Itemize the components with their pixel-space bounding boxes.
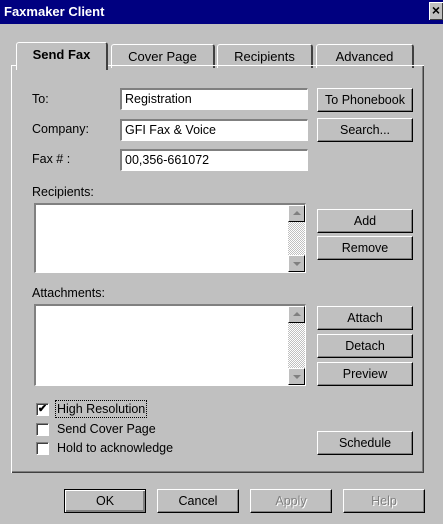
tab-send-fax[interactable]: Send Fax (16, 42, 108, 70)
send-cover-page-checkbox[interactable] (36, 423, 49, 436)
arrow-down-icon (293, 262, 301, 266)
apply-button[interactable]: Apply (250, 489, 332, 513)
faxmaker-client-window: Faxmaker Client × Send Fax Cover Page Re… (0, 0, 443, 524)
company-label: Company: (32, 122, 89, 136)
schedule-button[interactable]: Schedule (317, 431, 413, 455)
fax-number-input[interactable]: 00,356-661072 (120, 149, 308, 171)
arrow-down-icon (293, 375, 301, 379)
attachments-listbox[interactable] (34, 304, 306, 386)
send-cover-page-label[interactable]: Send Cover Page (57, 422, 156, 436)
search-button[interactable]: Search... (317, 118, 413, 142)
hold-to-acknowledge-label[interactable]: Hold to acknowledge (57, 441, 173, 455)
to-phonebook-button[interactable]: To Phonebook (317, 88, 413, 112)
company-input[interactable]: GFI Fax & Voice (120, 119, 308, 141)
scroll-up-button[interactable] (288, 306, 305, 323)
help-button[interactable]: Help (343, 489, 425, 513)
arrow-up-icon (293, 211, 301, 215)
hold-to-acknowledge-checkbox[interactable] (36, 442, 49, 455)
high-resolution-label[interactable]: High Resolution (54, 400, 148, 418)
recipients-label: Recipients: (32, 185, 94, 199)
window-title: Faxmaker Client (4, 4, 105, 19)
add-button[interactable]: Add (317, 209, 413, 233)
attachments-scrollbar[interactable] (288, 306, 305, 385)
cancel-button[interactable]: Cancel (157, 489, 239, 513)
ok-button[interactable]: OK (64, 489, 146, 513)
recipients-listbox[interactable] (34, 203, 306, 273)
arrow-up-icon (293, 312, 301, 316)
recipients-scrollbar[interactable] (288, 205, 305, 272)
to-input[interactable]: Registration (120, 88, 308, 110)
fax-number-label: Fax # : (32, 152, 71, 166)
remove-button[interactable]: Remove (317, 236, 413, 260)
title-bar[interactable]: Faxmaker Client × (0, 0, 443, 24)
preview-button[interactable]: Preview (317, 362, 413, 386)
scroll-down-button[interactable] (288, 368, 305, 385)
detach-button[interactable]: Detach (317, 334, 413, 358)
high-resolution-checkbox[interactable]: ✔ (36, 403, 49, 416)
scroll-up-button[interactable] (288, 205, 305, 222)
close-button[interactable]: × (429, 2, 443, 20)
scroll-down-button[interactable] (288, 255, 305, 272)
to-label: To: (32, 92, 49, 106)
attach-button[interactable]: Attach (317, 306, 413, 330)
attachments-label: Attachments: (32, 286, 105, 300)
